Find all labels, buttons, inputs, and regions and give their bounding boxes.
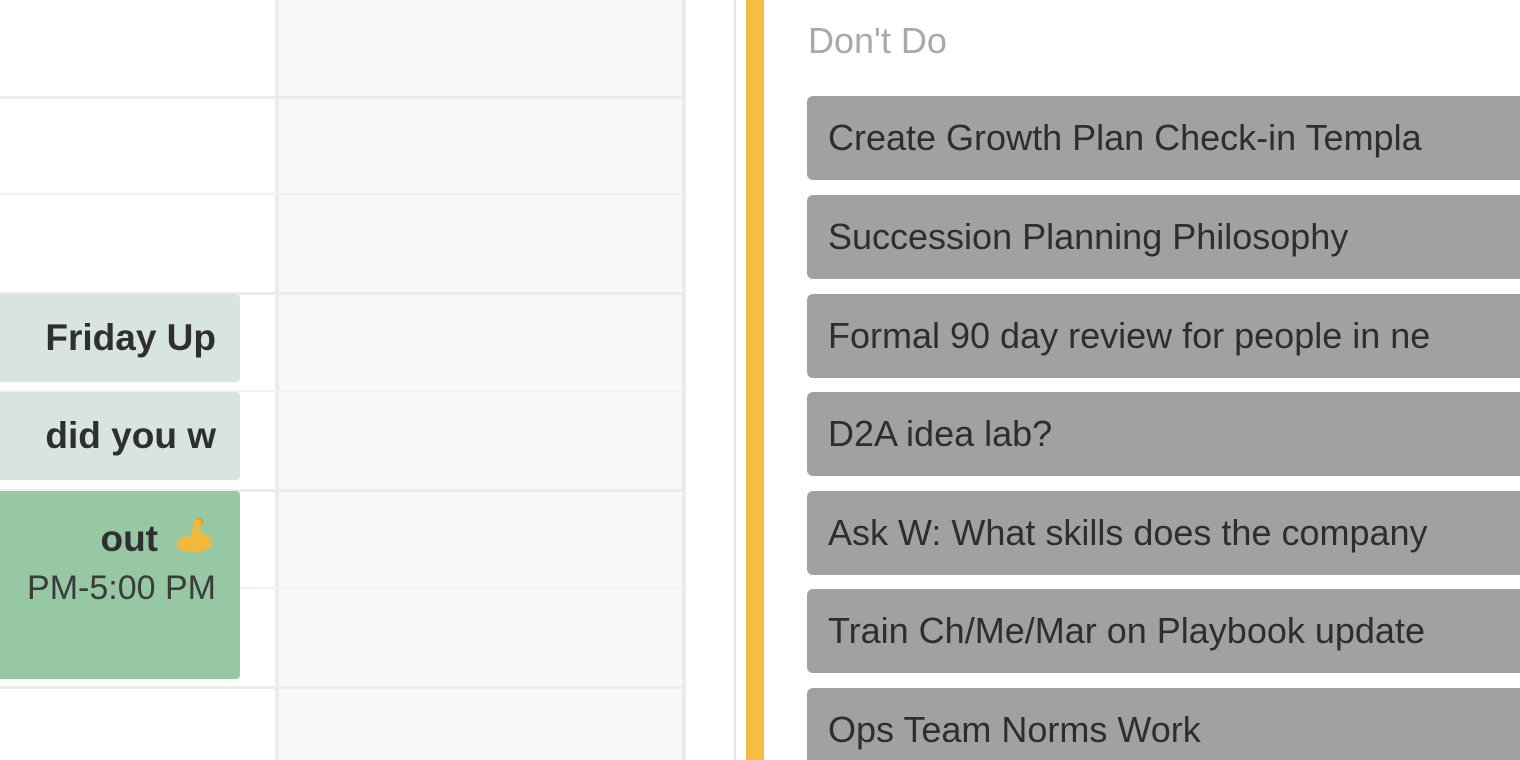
task-card[interactable]: Formal 90 day review for people in ne <box>807 294 1520 378</box>
flexed-biceps-icon <box>172 515 216 555</box>
task-card[interactable]: Succession Planning Philosophy <box>807 195 1520 279</box>
event-title: out <box>100 518 158 559</box>
calendar-day-column-next[interactable] <box>279 0 682 760</box>
calendar-column-divider <box>682 0 686 760</box>
task-card[interactable]: Train Ch/Me/Mar on Playbook update <box>807 589 1520 673</box>
event-time: PM-5:00 PM <box>27 569 216 607</box>
list-title: Don't Do <box>808 20 947 61</box>
panel-divider <box>734 0 736 760</box>
list-accent-bar <box>746 0 764 760</box>
calendar-hour-line <box>0 96 682 99</box>
event-title: did you w <box>45 415 216 456</box>
dont-do-list: Don't Do Create Growth Plan Check-in Tem… <box>764 0 1520 760</box>
task-card[interactable]: Ops Team Norms Work <box>807 688 1520 760</box>
task-card[interactable]: Create Growth Plan Check-in Templa <box>807 96 1520 180</box>
app-window: Friday Up did you w out PM-5:00 PM Don't… <box>0 0 1520 760</box>
calendar-column-divider <box>275 0 279 760</box>
task-card[interactable]: Ask W: What skills does the company <box>807 491 1520 575</box>
event-title: Friday Up <box>45 317 216 358</box>
calendar-event-friday-update[interactable]: Friday Up <box>0 294 240 382</box>
event-title-row: out <box>0 515 216 557</box>
task-card[interactable]: D2A idea lab? <box>807 392 1520 476</box>
calendar-hour-line <box>0 193 682 195</box>
calendar-grid: Friday Up did you w out PM-5:00 PM <box>0 0 690 760</box>
calendar-event-weekly-question[interactable]: did you w <box>0 392 240 480</box>
calendar-event-workout[interactable]: out PM-5:00 PM <box>0 491 240 679</box>
calendar-hour-line <box>0 686 682 689</box>
